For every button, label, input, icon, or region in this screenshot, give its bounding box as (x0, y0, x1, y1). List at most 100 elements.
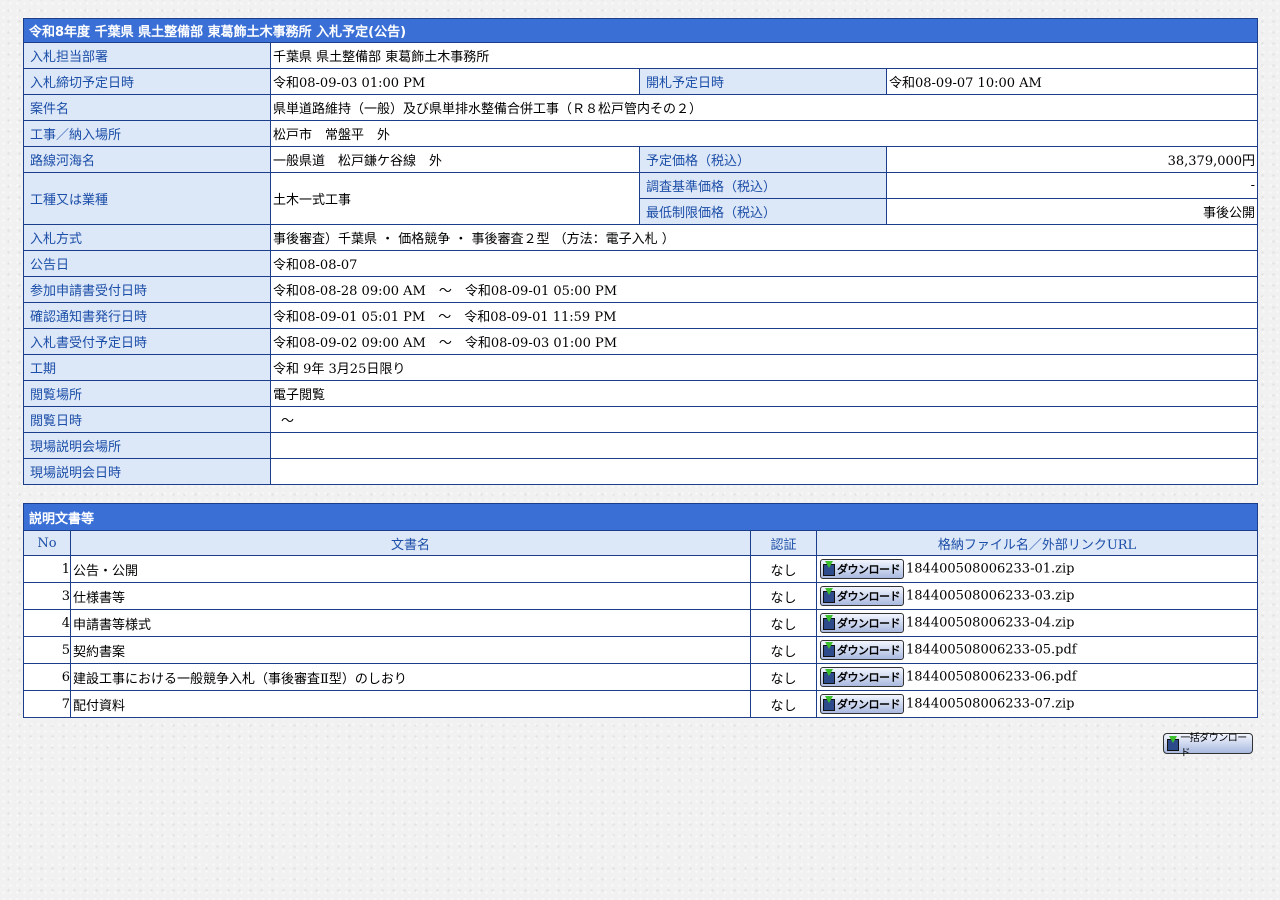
application-label: 参加申請書受付日時 (23, 276, 271, 303)
briefing-date-label: 現場説明会日時 (23, 458, 271, 485)
download-label: ダウンロード (837, 698, 901, 711)
location-label: 工事／納入場所 (23, 120, 271, 147)
doc-name: 公告・公開 (70, 555, 751, 583)
viewing-date-value: ～ (269, 406, 1259, 433)
doc-file-name: 184400508006233-03.zip (906, 588, 1075, 604)
opening-label: 開札予定日時 (639, 68, 887, 95)
confirmation-value: 令和08-09-01 05:01 PM ～ 令和08-09-01 11:59 P… (269, 302, 1259, 329)
table-row: 6 建設工事における一般競争入札（事後審査Ⅱ型）のしおり なし ダウンロード 18440… (23, 663, 1259, 691)
download-label: ダウンロード (837, 644, 901, 657)
col-header-cert: 認証 (750, 530, 817, 556)
download-label: ダウンロード (837, 671, 901, 684)
bid-info-title: 令和8年度 千葉県 県土整備部 東葛飾土木事務所 入札予定(公告) (22, 18, 1259, 43)
download-icon (823, 642, 835, 657)
doc-file-cell: ダウンロード 184400508006233-01.zip (815, 555, 1259, 583)
download-icon (823, 561, 835, 576)
doc-cert: なし (750, 555, 817, 583)
doc-cert: なし (750, 609, 817, 637)
viewing-date-label: 閲覧日時 (23, 406, 271, 433)
doc-cert: なし (750, 690, 817, 718)
doc-file-name: 184400508006233-04.zip (906, 615, 1075, 631)
bid-receipt-value: 令和08-09-02 09:00 AM ～ 令和08-09-03 01:00 P… (269, 328, 1259, 355)
category-label: 工種又は業種 (23, 172, 271, 225)
min-price-label: 最低制限価格（税込） (639, 198, 887, 225)
download-label: ダウンロード (837, 590, 901, 603)
col-header-name: 文書名 (70, 530, 751, 556)
method-value: 事後審査）千葉県 ・ 価格競争 ・ 事後審査２型 （方法：電子入札 ） (269, 224, 1259, 251)
bulk-download-button[interactable]: 一括ダウンロード (1163, 733, 1253, 759)
doc-no: 4 (23, 609, 71, 637)
doc-no: 7 (23, 690, 71, 718)
category-value: 土木一式工事 (270, 172, 640, 225)
project-label: 案件名 (23, 94, 271, 121)
download-icon (823, 669, 835, 684)
doc-no: 6 (23, 663, 71, 691)
download-button[interactable]: ダウンロード (820, 667, 904, 687)
download-icon (823, 696, 835, 711)
table-row: 4 申請書等様式 なし ダウンロード 184400508006233-04.zip (23, 609, 1259, 637)
dept-value: 千葉県 県土整備部 東葛飾土木事務所 (269, 42, 1259, 69)
opening-value: 令和08-09-07 10:00 AM (885, 68, 1259, 95)
doc-file-cell: ダウンロード 184400508006233-03.zip (815, 582, 1259, 610)
doc-file-cell: ダウンロード 184400508006233-04.zip (815, 609, 1259, 637)
doc-file-cell: ダウンロード 184400508006233-07.zip (815, 690, 1259, 718)
download-icon (1167, 735, 1179, 751)
doc-cert: なし (750, 663, 817, 691)
table-row: 7 配付資料 なし ダウンロード 184400508006233-07.zip (23, 690, 1259, 718)
download-button[interactable]: ダウンロード (820, 694, 904, 714)
doc-name: 仕様書等 (70, 582, 751, 610)
method-label: 入札方式 (23, 224, 271, 251)
download-button[interactable]: ダウンロード (820, 586, 904, 606)
doc-no: 3 (23, 582, 71, 610)
min-price-value: 事後公開 (885, 198, 1259, 225)
route-value: 一般県道 松戸鎌ケ谷線 外 (270, 146, 640, 173)
doc-file-cell: ダウンロード 184400508006233-06.pdf (815, 663, 1259, 691)
doc-cert: なし (750, 636, 817, 664)
viewing-place-value: 電子閲覧 (269, 380, 1259, 407)
price-value: 38,379,000円 (885, 146, 1259, 173)
doc-name: 建設工事における一般競争入札（事後審査Ⅱ型）のしおり (70, 663, 751, 691)
download-icon (823, 588, 835, 603)
doc-name: 契約書案 (70, 636, 751, 664)
doc-file-cell: ダウンロード 184400508006233-05.pdf (815, 636, 1259, 664)
doc-file-name: 184400508006233-07.zip (906, 696, 1075, 712)
notice-date-value: 令和08-08-07 (269, 250, 1259, 277)
download-button[interactable]: ダウンロード (820, 559, 904, 579)
col-header-no: No (23, 530, 71, 556)
briefing-place-label: 現場説明会場所 (23, 432, 271, 459)
bid-info-table: 令和8年度 千葉県 県土整備部 東葛飾土木事務所 入札予定(公告) 入札担当部署… (22, 18, 1259, 485)
doc-name: 申請書等様式 (70, 609, 751, 637)
doc-file-name: 184400508006233-06.pdf (906, 669, 1077, 685)
documents-table: 説明文書等 No 文書名 認証 格納ファイル名／外部リンクURL 1 公告・公開な… (22, 503, 1259, 718)
documents-title: 説明文書等 (22, 503, 1259, 531)
doc-file-name: 184400508006233-01.zip (906, 561, 1075, 577)
survey-price-value: - (885, 172, 1259, 199)
briefing-date-value (269, 458, 1259, 485)
route-label: 路線河海名 (23, 146, 271, 173)
survey-price-label: 調査基準価格（税込） (639, 172, 887, 199)
documents-section: 説明文書等 No 文書名 認証 格納ファイル名／外部リンクURL 1 公告・公開な… (22, 503, 1259, 718)
table-row: 5 契約書案 なし ダウンロード 184400508006233-05.pdf (23, 636, 1259, 664)
bid-receipt-label: 入札書受付予定日時 (23, 328, 271, 355)
dept-label: 入札担当部署 (23, 42, 271, 69)
main-content: 令和8年度 千葉県 県土整備部 東葛飾土木事務所 入札予定(公告) 入札担当部署… (22, 18, 1259, 718)
table-row: 3 仕様書等 なし ダウンロード 184400508006233-03.zip (23, 582, 1259, 610)
download-icon (823, 615, 835, 630)
download-button[interactable]: ダウンロード (820, 640, 904, 660)
period-value: 令和 9年 3月25日限り (269, 354, 1259, 381)
viewing-place-label: 閲覧場所 (23, 380, 271, 407)
doc-no: 1 (23, 555, 71, 583)
confirmation-label: 確認通知書発行日時 (23, 302, 271, 329)
col-header-file: 格納ファイル名／外部リンクURL (815, 530, 1259, 556)
doc-cert: なし (750, 582, 817, 610)
table-row: 1 公告・公開 なし ダウンロード 184400508006233-01.zip (23, 555, 1259, 583)
download-label: ダウンロード (837, 563, 901, 576)
doc-no: 5 (23, 636, 71, 664)
briefing-place-value (269, 432, 1259, 459)
price-label: 予定価格（税込） (639, 146, 887, 173)
doc-file-name: 184400508006233-05.pdf (906, 642, 1077, 658)
period-label: 工期 (23, 354, 271, 381)
deadline-label: 入札締切予定日時 (23, 68, 271, 95)
application-value: 令和08-08-28 09:00 AM ～ 令和08-09-01 05:00 P… (269, 276, 1259, 303)
download-button[interactable]: ダウンロード (820, 613, 904, 633)
